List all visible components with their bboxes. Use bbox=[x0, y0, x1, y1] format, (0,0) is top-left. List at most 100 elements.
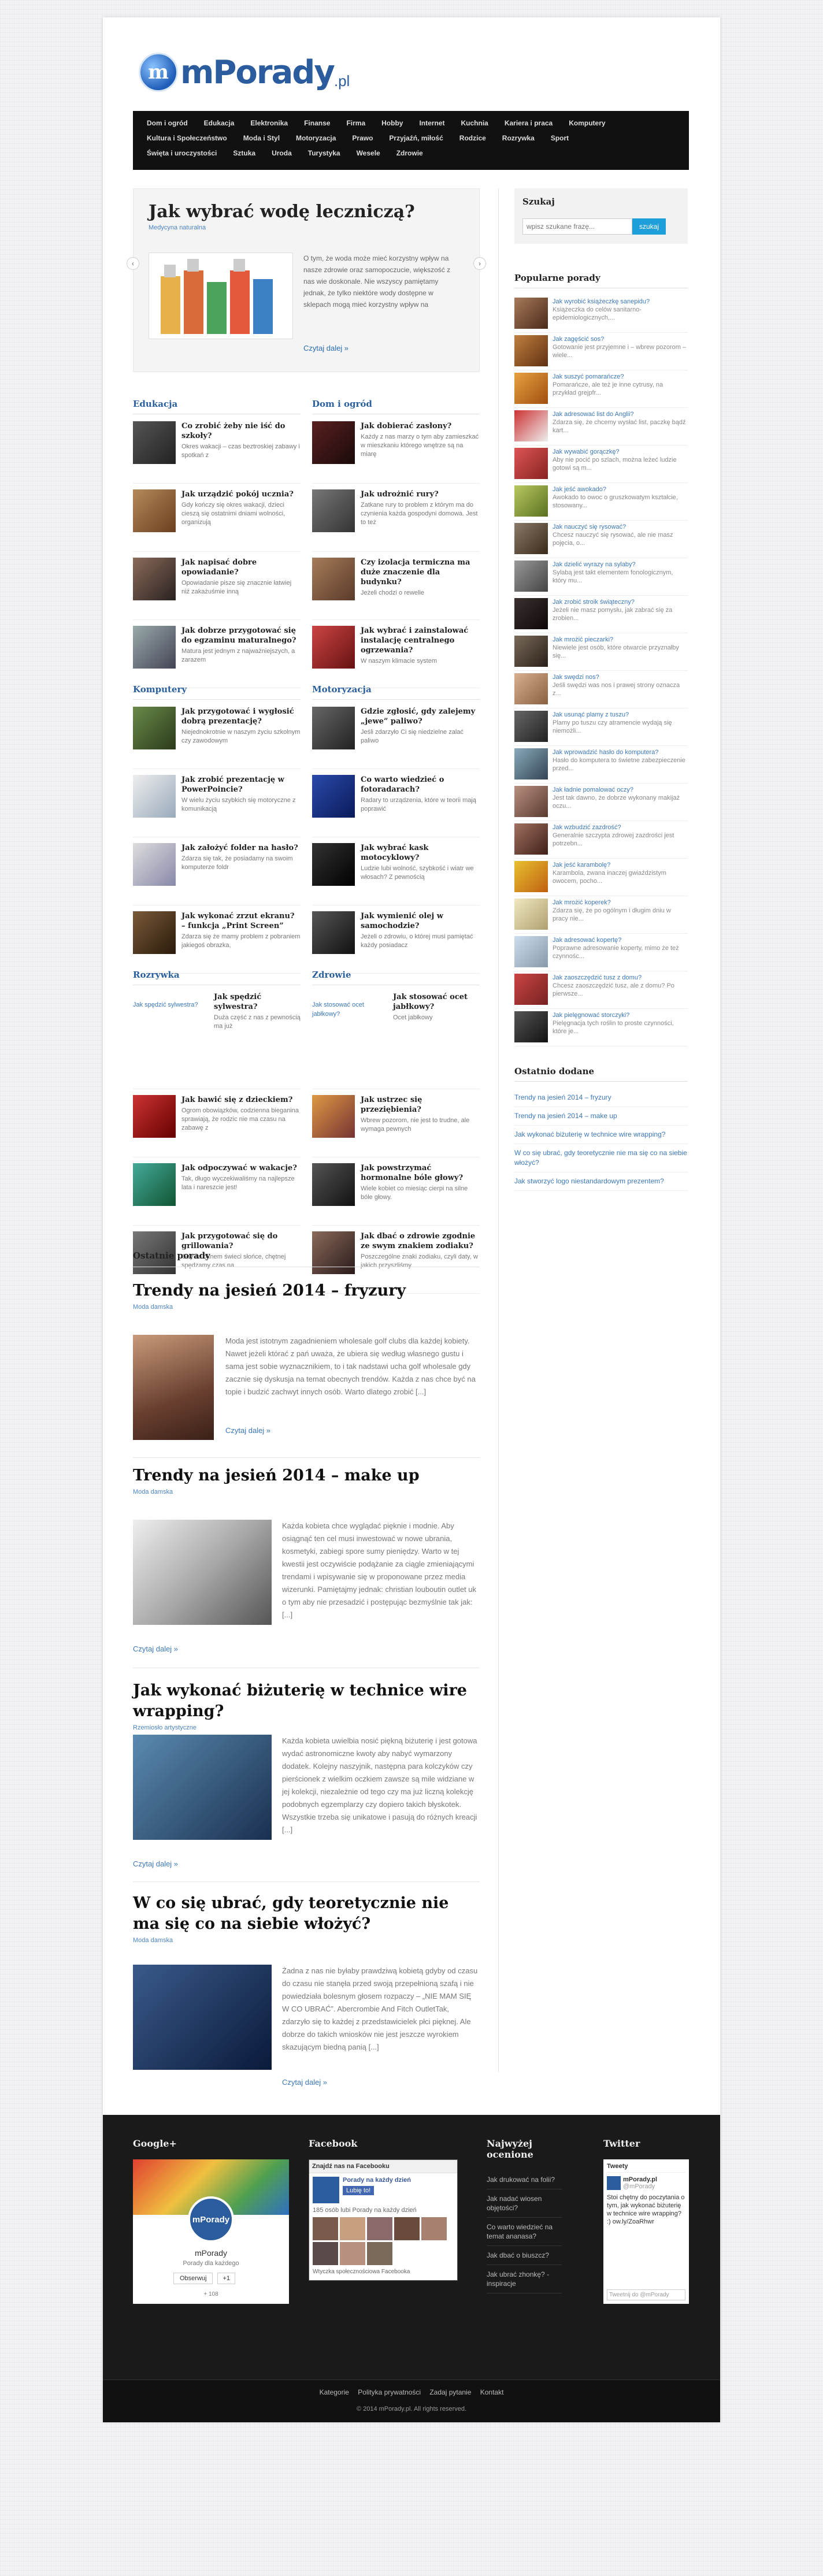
list-item[interactable]: Jak napisać dobre opowiadanie? Opowiadani… bbox=[133, 558, 301, 620]
item-title[interactable]: Co warto wiedzieć o fotoradarach? bbox=[361, 775, 480, 795]
popular-title[interactable]: Jak dzielić wyrazy na sylaby? bbox=[553, 561, 688, 569]
item-title[interactable]: Jak dobrze przygotować się do egzaminu m… bbox=[181, 626, 301, 645]
nav-item[interactable]: Firma bbox=[338, 116, 373, 131]
nav-item[interactable]: Komputery bbox=[561, 116, 613, 131]
post-category[interactable]: Moda damska bbox=[133, 1489, 480, 1495]
nav-item[interactable]: Elektronika bbox=[242, 116, 296, 131]
featured-title[interactable]: Jak wybrać wodę leczniczą? bbox=[149, 202, 464, 222]
post-title[interactable]: Jak wykonać biżuterię w technice wire wr… bbox=[133, 1680, 480, 1722]
popular-item[interactable]: Jak zrobić stroik świąteczny? Jeżeli nie … bbox=[514, 596, 688, 633]
nav-item[interactable]: Wesele bbox=[349, 146, 388, 161]
twitter-handle[interactable]: @mPorady bbox=[623, 2183, 657, 2190]
popular-item[interactable]: Jak zagęścić sos? Gotowanie jest przyjemn… bbox=[514, 333, 688, 370]
nav-item[interactable]: Kultura i Społeczeństwo bbox=[139, 131, 235, 146]
post-read-more[interactable]: Czytaj dalej » bbox=[225, 1426, 270, 1435]
post-image[interactable] bbox=[133, 1335, 214, 1440]
recent-added-link[interactable]: W co się ubrać, gdy teoretycznie nie ma … bbox=[514, 1144, 688, 1172]
list-item[interactable]: Jak ustrzec się przeziębienia? Wbrew pozo… bbox=[312, 1095, 480, 1157]
list-item[interactable]: Jak udrożnić rury? Zatkane rury to proble… bbox=[312, 489, 480, 552]
section-heading[interactable]: Edukacja bbox=[133, 399, 301, 414]
popular-item[interactable]: Jak suszyć pomarańcze? Pomarańcze, ale te… bbox=[514, 370, 688, 408]
lead-link[interactable]: Jak stosować ocet jabłkowy? bbox=[312, 992, 393, 1089]
popular-title[interactable]: Jak suszyć pomarańcze? bbox=[553, 373, 688, 381]
nav-item[interactable]: Rozrywka bbox=[494, 131, 543, 146]
fan-avatar[interactable] bbox=[367, 2242, 392, 2265]
popular-title[interactable]: Jak usunąć plamy z tuszu? bbox=[553, 711, 688, 719]
post-category[interactable]: Moda damska bbox=[133, 1304, 480, 1311]
section-lead[interactable]: Jak spędzić sylwestra? Jak spędzić sylwe… bbox=[133, 992, 301, 1089]
list-item[interactable]: Jak odpoczywać w wakacje? Tak, długo wycz… bbox=[133, 1163, 301, 1226]
slider-prev-icon[interactable]: ‹ bbox=[127, 257, 139, 270]
nav-item[interactable]: Finanse bbox=[296, 116, 338, 131]
site-logo[interactable]: m mPorady .pl bbox=[139, 46, 350, 98]
list-item[interactable]: Jak bawić się z dzieckiem? Ogrom obowiązk… bbox=[133, 1095, 301, 1157]
top-rated-link[interactable]: Co warto wiedzieć na temat ananasa? bbox=[487, 2218, 562, 2246]
tweet[interactable]: mPorady.pl @mPorady bbox=[607, 2176, 685, 2190]
popular-item[interactable]: Jak wywabić gorączkę? Aby nie pocić po sz… bbox=[514, 446, 688, 483]
post-read-more[interactable]: Czytaj dalej » bbox=[133, 1645, 178, 1653]
list-item[interactable]: Jak powstrzymać hormonalne bóle głowy? Wi… bbox=[312, 1163, 480, 1226]
item-title[interactable]: Jak zrobić prezentację w PowerPoincie? bbox=[181, 775, 301, 795]
gplus-badge[interactable]: mPorady mPorady Porady dla każdego Obser… bbox=[133, 2159, 289, 2304]
item-title[interactable]: Jak wykonać zrzut ekranu? – funkcja „Pri… bbox=[181, 911, 301, 931]
post-category[interactable]: Rzemiosło artystyczne bbox=[133, 1724, 480, 1731]
list-item[interactable]: Jak założyć folder na hasło? Zdarza się t… bbox=[133, 843, 301, 905]
popular-item[interactable]: Jak pielęgnować storczyki? Pielęgnacja ty… bbox=[514, 1009, 688, 1046]
section-heading[interactable]: Zdrowie bbox=[312, 970, 480, 985]
twitter-user[interactable]: mPorady.pl bbox=[623, 2176, 657, 2183]
popular-item[interactable]: Jak usunąć plamy z tuszu? Plamy po tuszu … bbox=[514, 708, 688, 746]
post-image[interactable] bbox=[133, 1520, 272, 1625]
post-title[interactable]: W co się ubrać, gdy teoretycznie nie ma … bbox=[133, 1893, 480, 1935]
item-title[interactable]: Jak przygotować się do grillowania? bbox=[181, 1231, 301, 1251]
nav-item[interactable]: Święta i uroczystości bbox=[139, 146, 225, 161]
popular-item[interactable]: Jak jeść awokado? Awokado to owoc o grusz… bbox=[514, 483, 688, 521]
item-title[interactable]: Co zrobić żeby nie iść do szkoły? bbox=[181, 421, 301, 441]
recent-added-link[interactable]: Jak stworzyć logo niestandardowym prezen… bbox=[514, 1172, 688, 1191]
popular-title[interactable]: Jak nauczyć się rysować? bbox=[553, 523, 688, 531]
popular-item[interactable]: Jak wyrobić książeczkę sanepidu? Książecz… bbox=[514, 295, 688, 333]
popular-item[interactable]: Jak adresować list do Anglii? Zdarza się,… bbox=[514, 408, 688, 446]
fan-avatar[interactable] bbox=[394, 2217, 420, 2240]
item-title[interactable]: Jak bawić się z dzieckiem? bbox=[181, 1095, 301, 1105]
fan-avatar[interactable] bbox=[313, 2217, 338, 2240]
popular-item[interactable]: Jak mrożić koperek? Zdarza się, że po ogó… bbox=[514, 896, 688, 934]
section-heading[interactable]: Motoryzacja bbox=[312, 684, 480, 700]
search-input[interactable] bbox=[522, 218, 632, 235]
item-title[interactable]: Jak wybrać i zainstalować instalację cen… bbox=[361, 626, 480, 655]
nav-item[interactable]: Kuchnia bbox=[453, 116, 496, 131]
item-title[interactable]: Jak ustrzec się przeziębienia? bbox=[361, 1095, 480, 1115]
popular-title[interactable]: Jak wzbudzić zazdrość? bbox=[553, 823, 688, 832]
item-title[interactable]: Jak wybrać kask motocyklowy? bbox=[361, 843, 480, 863]
recent-added-link[interactable]: Trendy na jesień 2014 – fryzury bbox=[514, 1089, 688, 1107]
popular-title[interactable]: Jak wywabić gorączkę? bbox=[553, 448, 688, 456]
tweet-compose[interactable]: Tweetnij do @mPorady bbox=[607, 2289, 685, 2300]
top-rated-link[interactable]: Jak dbać o biuszcz? bbox=[487, 2246, 562, 2265]
item-title[interactable]: Jak przygotować i wygłosić dobrą prezent… bbox=[181, 707, 301, 726]
fan-avatar[interactable] bbox=[313, 2242, 338, 2265]
post-image[interactable] bbox=[133, 1735, 272, 1840]
section-heading[interactable]: Komputery bbox=[133, 684, 301, 700]
nav-item[interactable]: Prawo bbox=[344, 131, 381, 146]
nav-item[interactable]: Sport bbox=[543, 131, 577, 146]
post-title[interactable]: Trendy na jesień 2014 – fryzury bbox=[133, 1280, 480, 1301]
top-rated-link[interactable]: Jak drukować na folii? bbox=[487, 2170, 562, 2189]
popular-item[interactable]: Jak mrożić pieczarki? Niewiele jest osób,… bbox=[514, 633, 688, 671]
item-title[interactable]: Jak dbać o zdrowie zgodnie ze swym znaki… bbox=[361, 1231, 480, 1251]
facebook-like-button[interactable]: Lubię to! bbox=[343, 2186, 375, 2195]
slider-next-icon[interactable]: › bbox=[473, 257, 486, 270]
popular-title[interactable]: Jak jeść karambolę? bbox=[553, 861, 688, 869]
item-title[interactable]: Jak udrożnić rury? bbox=[361, 489, 480, 499]
list-item[interactable]: Jak wymienić olej w samochodzie? Jeżeli o… bbox=[312, 911, 480, 974]
list-item[interactable]: Co zrobić żeby nie iść do szkoły? Okres w… bbox=[133, 421, 301, 484]
bottom-link[interactable]: Kontakt bbox=[480, 2388, 504, 2396]
popular-item[interactable]: Jak adresować kopertę? Poprawne adresowan… bbox=[514, 934, 688, 971]
popular-title[interactable]: Jak mrożić koperek? bbox=[553, 899, 688, 907]
list-item[interactable]: Co warto wiedzieć o fotoradarach? Radary … bbox=[312, 775, 480, 837]
facebook-page-name[interactable]: Porady na każdy dzień bbox=[343, 2177, 411, 2184]
item-title[interactable]: Gdzie zgłosić, gdy zalejemy „jewe” paliw… bbox=[361, 707, 480, 726]
nav-item[interactable]: Dom i ogród bbox=[139, 116, 196, 131]
nav-item[interactable]: Kariera i praca bbox=[496, 116, 561, 131]
bottom-link[interactable]: Kategorie bbox=[320, 2388, 349, 2396]
nav-item[interactable]: Moda i Styl bbox=[235, 131, 288, 146]
featured-image[interactable] bbox=[149, 253, 293, 339]
